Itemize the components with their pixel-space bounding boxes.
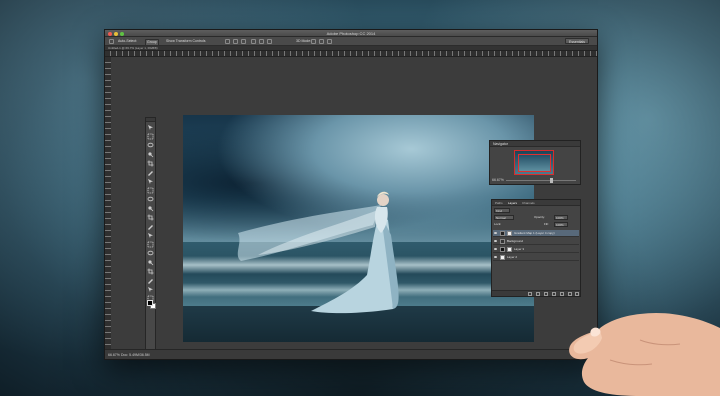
navigator-view-box[interactable]: [518, 154, 551, 172]
navigator-panel-title[interactable]: Navigator: [490, 141, 580, 147]
fill-field[interactable]: 100%: [554, 222, 568, 227]
tab-layers[interactable]: Layers: [508, 200, 517, 206]
align-right-icon[interactable]: [267, 39, 272, 44]
layer-name: Background: [507, 239, 524, 243]
3d-pan-icon[interactable]: [327, 39, 332, 44]
tab-channels[interactable]: Channels: [522, 200, 535, 206]
align-top-icon[interactable]: [225, 39, 230, 44]
type-tool-icon[interactable]: [147, 259, 154, 266]
3d-rotate-icon[interactable]: [311, 39, 316, 44]
layer-thumbnail: [500, 231, 505, 236]
layers-panel-tabs: Paths Layers Channels: [492, 200, 580, 206]
link-layers-icon[interactable]: [528, 292, 532, 296]
navigator-thumbnail[interactable]: [514, 150, 554, 175]
layers-panel-footer: [492, 290, 580, 296]
opacity-label: Opacity:: [534, 215, 546, 219]
align-center-icon[interactable]: [259, 39, 264, 44]
gradient-tool-icon[interactable]: [147, 223, 154, 230]
align-middle-icon[interactable]: [233, 39, 238, 44]
3d-mode-label: 3D Mode:: [296, 39, 312, 43]
move-tool-icon[interactable]: [147, 124, 154, 131]
path-select-tool-icon[interactable]: [147, 268, 154, 275]
move-tool-preset-icon[interactable]: [109, 39, 114, 44]
layer-row[interactable]: Background: [493, 238, 579, 245]
clone-stamp-tool-icon[interactable]: [147, 196, 154, 203]
layer-row[interactable]: Layer 3: [493, 246, 579, 253]
opacity-field[interactable]: 100%: [554, 215, 568, 220]
tools-panel-grip[interactable]: [146, 118, 155, 122]
navigator-zoom-value[interactable]: 66.67%: [492, 178, 504, 182]
navigator-panel: Navigator 66.67%: [489, 140, 581, 185]
align-bottom-icon[interactable]: [241, 39, 246, 44]
layer-style-icon[interactable]: [536, 292, 540, 296]
quick-select-tool-icon[interactable]: [147, 151, 154, 158]
eye-icon[interactable]: [494, 232, 497, 234]
auto-select-checkbox-label[interactable]: Auto-Select:: [117, 38, 138, 45]
eraser-tool-icon[interactable]: [147, 214, 154, 221]
layer-thumbnail: [500, 255, 505, 260]
layer-kind-filter[interactable]: Kind: [494, 208, 510, 213]
photoshop-window: Adobe Photoshop CC 2014 Auto-Select: Gro…: [104, 29, 598, 360]
tools-panel: [145, 117, 156, 359]
eye-icon[interactable]: [494, 256, 497, 258]
document-canvas-image[interactable]: [183, 115, 534, 342]
dodge-tool-icon[interactable]: [147, 241, 154, 248]
adjustment-layer-icon[interactable]: [552, 292, 556, 296]
fill-label: Fill:: [544, 222, 549, 226]
eyedropper-tool-icon[interactable]: [147, 169, 154, 176]
layer-mask-thumbnail[interactable]: [507, 231, 512, 236]
pen-tool-icon[interactable]: [147, 250, 154, 257]
eye-icon[interactable]: [494, 240, 497, 242]
window-title: Adobe Photoshop CC 2014: [326, 31, 376, 36]
workspace-switcher[interactable]: Essentials: [565, 38, 589, 44]
layer-row[interactable]: Layer 2: [493, 254, 579, 261]
lock-label: Lock:: [494, 222, 502, 226]
trash-icon[interactable]: [575, 292, 579, 296]
healing-brush-tool-icon[interactable]: [147, 178, 154, 185]
layer-mask-thumbnail[interactable]: [507, 247, 512, 252]
blend-mode-dropdown[interactable]: Normal: [494, 215, 514, 220]
holding-hand: [569, 312, 720, 396]
shape-tool-icon[interactable]: [147, 277, 154, 284]
layer-thumbnail: [500, 247, 505, 252]
tab-paths[interactable]: Paths: [495, 200, 503, 206]
eye-icon[interactable]: [494, 248, 497, 250]
foreground-color-swatch[interactable]: [147, 300, 153, 306]
blur-tool-icon[interactable]: [147, 232, 154, 239]
marquee-tool-icon[interactable]: [147, 133, 154, 140]
3d-roll-icon[interactable]: [319, 39, 324, 44]
auto-select-dropdown[interactable]: Group: [145, 39, 159, 46]
layer-row[interactable]: Gradient Map 1 (Layer 4 copy): [493, 230, 579, 237]
brush-tool-icon[interactable]: [147, 187, 154, 194]
history-brush-tool-icon[interactable]: [147, 205, 154, 212]
navigator-zoom-knob[interactable]: [550, 178, 553, 183]
crop-tool-icon[interactable]: [147, 160, 154, 167]
title-bar: Adobe Photoshop CC 2014: [105, 30, 597, 37]
status-bar: 66.67% Doc: 5.49M/36.5M: [105, 349, 597, 359]
status-doc-size[interactable]: Doc: 5.49M/36.5M: [121, 350, 150, 359]
bride-figure: [237, 191, 399, 314]
add-mask-icon[interactable]: [544, 292, 548, 296]
lasso-tool-icon[interactable]: [147, 142, 154, 149]
layer-name: Layer 2: [507, 255, 518, 259]
status-zoom[interactable]: 66.67%: [108, 350, 120, 359]
align-left-icon[interactable]: [251, 39, 256, 44]
canvas-area[interactable]: Navigator 66.67% Paths Layers Channels K…: [111, 57, 597, 359]
layer-name: Gradient Map 1 (Layer 4 copy): [514, 231, 555, 235]
options-bar: Auto-Select: Group Show Transform Contro…: [105, 37, 597, 46]
layer-name: Layer 3: [514, 247, 525, 251]
new-group-icon[interactable]: [560, 292, 564, 296]
layers-panel: Paths Layers Channels Kind Normal Opacit…: [491, 199, 581, 297]
layer-thumbnail: [500, 239, 505, 244]
show-transform-controls-checkbox[interactable]: Show Transform Controls: [165, 38, 207, 45]
navigator-zoom-slider[interactable]: [506, 178, 576, 183]
new-layer-icon[interactable]: [568, 292, 572, 296]
hand-tool-icon[interactable]: [147, 286, 154, 293]
